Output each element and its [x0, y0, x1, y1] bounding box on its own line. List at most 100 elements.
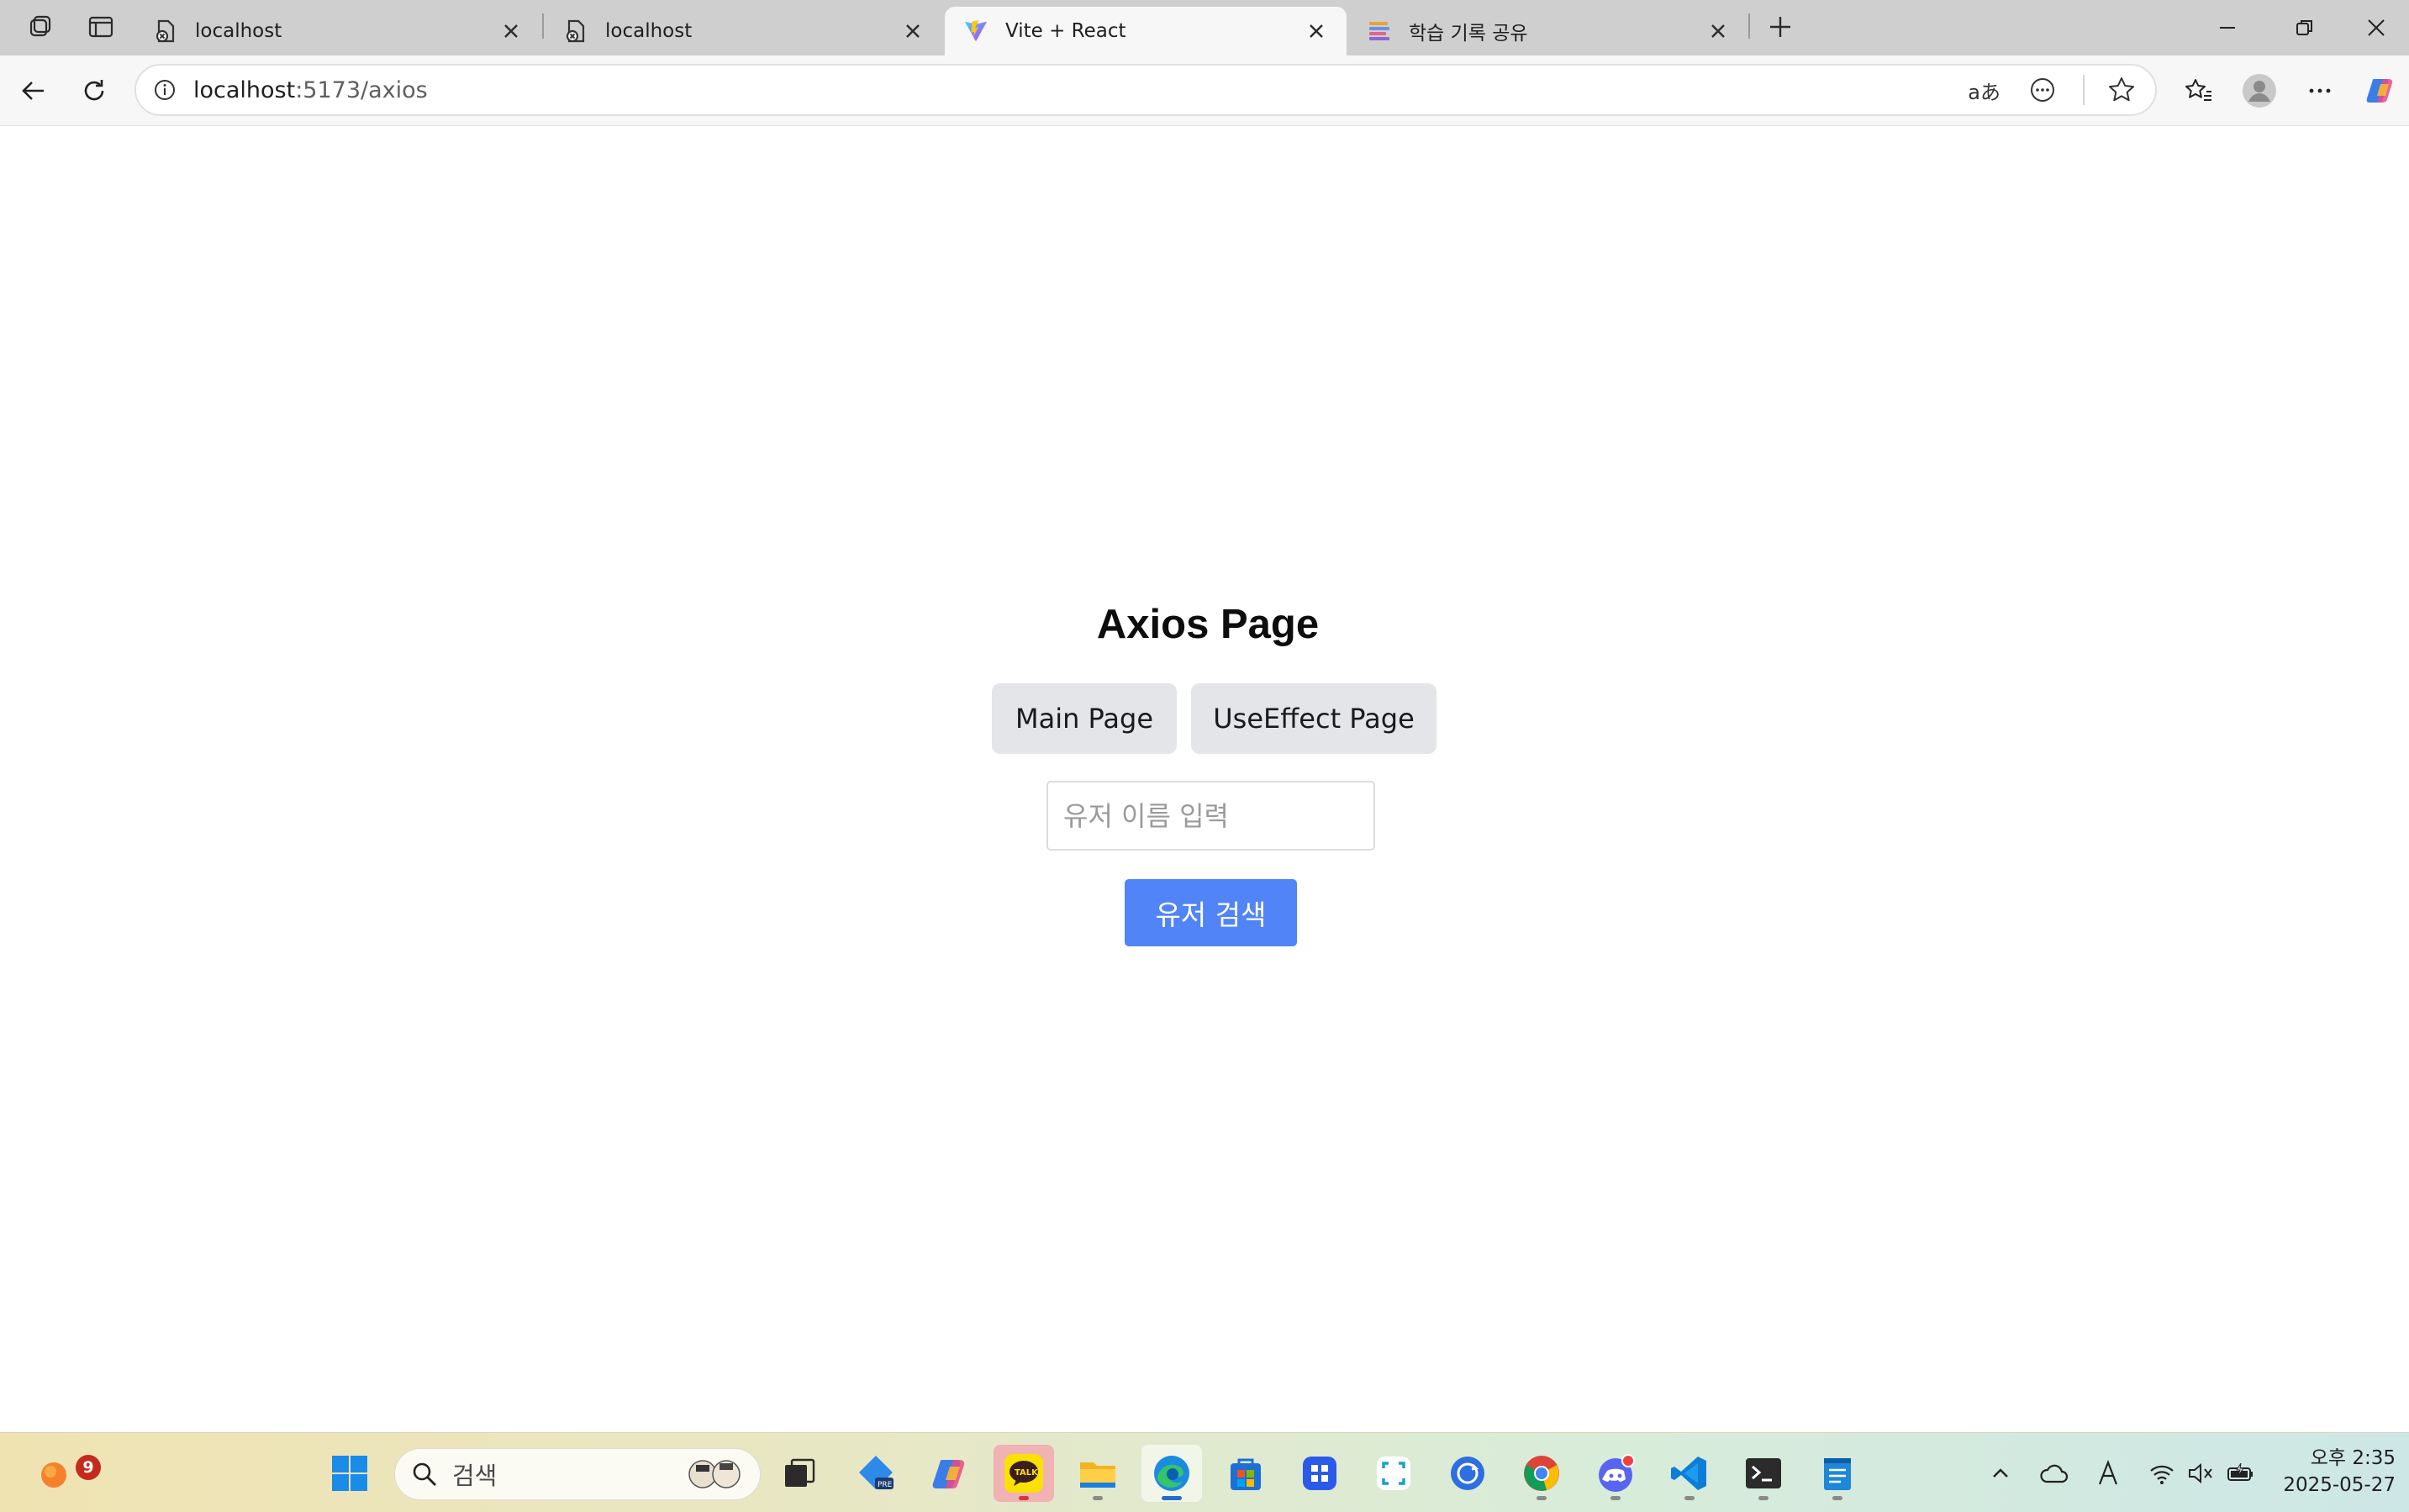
axios-page: Axios Page Main Page UseEffect Page 유저 검… — [7, 126, 2409, 1425]
favorites-button[interactable] — [2179, 71, 2219, 111]
wifi-icon[interactable] — [2143, 1455, 2180, 1492]
restore-icon — [2295, 18, 2315, 38]
taskbar-app-edge-pre[interactable]: PRE — [846, 1445, 906, 1502]
taskbar-app-discord[interactable] — [1585, 1445, 1646, 1502]
close-icon[interactable] — [1705, 18, 1732, 45]
taskbar-app-dev-home[interactable] — [1289, 1445, 1350, 1502]
read-aloud-button[interactable]: aあ — [1968, 71, 2000, 108]
stacked-lines-icon — [1367, 18, 1392, 44]
taskbar-search[interactable]: 검색 — [394, 1448, 761, 1500]
chevron-up-icon[interactable] — [1982, 1455, 2019, 1492]
taskbar-app-notepad[interactable] — [1807, 1445, 1868, 1502]
url-host: localhost — [193, 76, 296, 103]
dev-home-icon — [1299, 1453, 1340, 1494]
favorites-icon — [2184, 76, 2214, 106]
svg-text:TALK: TALK — [1015, 1468, 1039, 1478]
more-options-circle-icon[interactable] — [2024, 71, 2061, 108]
divider — [2083, 75, 2085, 105]
store-icon — [1226, 1453, 1266, 1494]
copilot-button[interactable] — [2360, 71, 2401, 111]
info-icon[interactable] — [150, 75, 180, 105]
refresh-icon — [79, 76, 109, 106]
taskbar-app-vscode[interactable] — [1659, 1445, 1720, 1502]
running-indicator — [1684, 1496, 1695, 1500]
address-bar[interactable]: localhost:5173/axios aあ — [134, 64, 2157, 116]
taskbar-app-edge[interactable] — [1141, 1445, 1202, 1502]
clock-time: 오후 2:35 — [2310, 1447, 2396, 1469]
useeffect-page-button[interactable]: UseEffect Page — [1191, 683, 1436, 754]
tab-localhost-1[interactable]: localhost — [134, 7, 541, 55]
main-page-button[interactable]: Main Page — [992, 683, 1177, 754]
onedrive-cloud-icon[interactable] — [2036, 1455, 2073, 1492]
star-icon[interactable] — [2103, 71, 2140, 108]
settings-more-button[interactable] — [2300, 71, 2340, 111]
svg-text:PRE: PRE — [878, 1481, 893, 1489]
avatar-icon — [2242, 73, 2277, 108]
workspaces-button[interactable] — [20, 8, 61, 45]
running-indicator — [1832, 1496, 1842, 1500]
snipping-tool-icon — [1373, 1453, 1414, 1494]
file-error-icon — [563, 18, 588, 44]
running-indicator — [1019, 1496, 1029, 1500]
ellipsis-icon — [2306, 76, 2334, 105]
kakaotalk-icon: TALK — [1003, 1452, 1045, 1494]
weather-widget[interactable]: 9 — [24, 1445, 101, 1502]
close-window-button[interactable] — [2343, 0, 2409, 55]
tab-title: Vite + React — [1005, 20, 1126, 42]
taskbar-app-sync[interactable] — [1437, 1445, 1498, 1502]
taskbar: 9 검색 PRE TALK 오후 2:35 2025-05-27 — [0, 1432, 2409, 1512]
close-icon[interactable] — [1303, 18, 1330, 45]
tab-study-log[interactable]: 학습 기록 공유 — [1348, 7, 1748, 55]
minimize-icon — [2218, 18, 2237, 37]
notepad-icon — [1817, 1453, 1858, 1494]
copilot-icon — [930, 1453, 970, 1494]
arrow-left-icon — [18, 76, 49, 106]
battery-charging-icon[interactable] — [2222, 1455, 2259, 1492]
close-icon[interactable] — [498, 18, 524, 45]
close-icon[interactable] — [899, 18, 926, 45]
tab-vite-react[interactable]: Vite + React — [945, 7, 1347, 55]
taskbar-app-snipping-tool[interactable] — [1363, 1445, 1424, 1502]
refresh-button[interactable] — [74, 71, 114, 111]
edge-icon — [1151, 1452, 1193, 1494]
profile-button[interactable] — [2239, 71, 2280, 111]
taskbar-app-store[interactable] — [1215, 1445, 1276, 1502]
terminal-icon — [1743, 1453, 1784, 1494]
taskbar-app-chrome[interactable] — [1511, 1445, 1572, 1502]
file-error-icon — [153, 18, 178, 44]
system-clock[interactable]: 오후 2:35 2025-05-27 — [2269, 1445, 2396, 1499]
restore-button[interactable] — [2266, 0, 2343, 55]
start-button[interactable] — [319, 1445, 380, 1502]
tab-actions-icon — [87, 13, 115, 41]
minimize-button[interactable] — [2189, 0, 2266, 55]
speaker-muted-icon[interactable] — [2182, 1455, 2219, 1492]
clock-date: 2025-05-27 — [2283, 1474, 2396, 1496]
chrome-icon — [1521, 1453, 1562, 1494]
page-viewport: Axios Page Main Page UseEffect Page 유저 검… — [7, 126, 2409, 1425]
file-explorer-icon — [1077, 1452, 1119, 1494]
tab-divider — [542, 13, 544, 39]
back-button[interactable] — [13, 71, 54, 111]
tab-title: localhost — [195, 20, 282, 42]
new-tab-button[interactable] — [1760, 8, 1800, 45]
edge-pre-icon: PRE — [855, 1452, 897, 1494]
task-view-icon — [782, 1455, 819, 1492]
tab-strip: localhost localhost Vite + React 학습 기록 공… — [0, 0, 2409, 55]
tab-localhost-2[interactable]: localhost — [545, 7, 943, 55]
vertical-tabs-button[interactable] — [81, 8, 121, 45]
taskbar-app-file-explorer[interactable] — [1067, 1445, 1128, 1502]
username-input[interactable] — [1046, 781, 1375, 851]
discord-icon — [1595, 1452, 1637, 1494]
notification-badge: 9 — [76, 1455, 101, 1480]
running-indicator — [1162, 1496, 1182, 1500]
taskbar-app-kakaotalk[interactable]: TALK — [994, 1445, 1054, 1502]
browser-toolbar: localhost:5173/axios aあ — [0, 55, 2409, 126]
url-text[interactable]: localhost:5173/axios — [193, 77, 1944, 103]
task-view-button[interactable] — [770, 1445, 830, 1502]
taskbar-app-copilot[interactable] — [920, 1445, 980, 1502]
search-user-button[interactable]: 유저 검색 — [1125, 879, 1297, 946]
search-highlight-icon — [681, 1453, 748, 1495]
running-indicator — [1537, 1496, 1547, 1500]
input-language-icon[interactable] — [2090, 1455, 2127, 1492]
taskbar-app-terminal[interactable] — [1733, 1445, 1794, 1502]
